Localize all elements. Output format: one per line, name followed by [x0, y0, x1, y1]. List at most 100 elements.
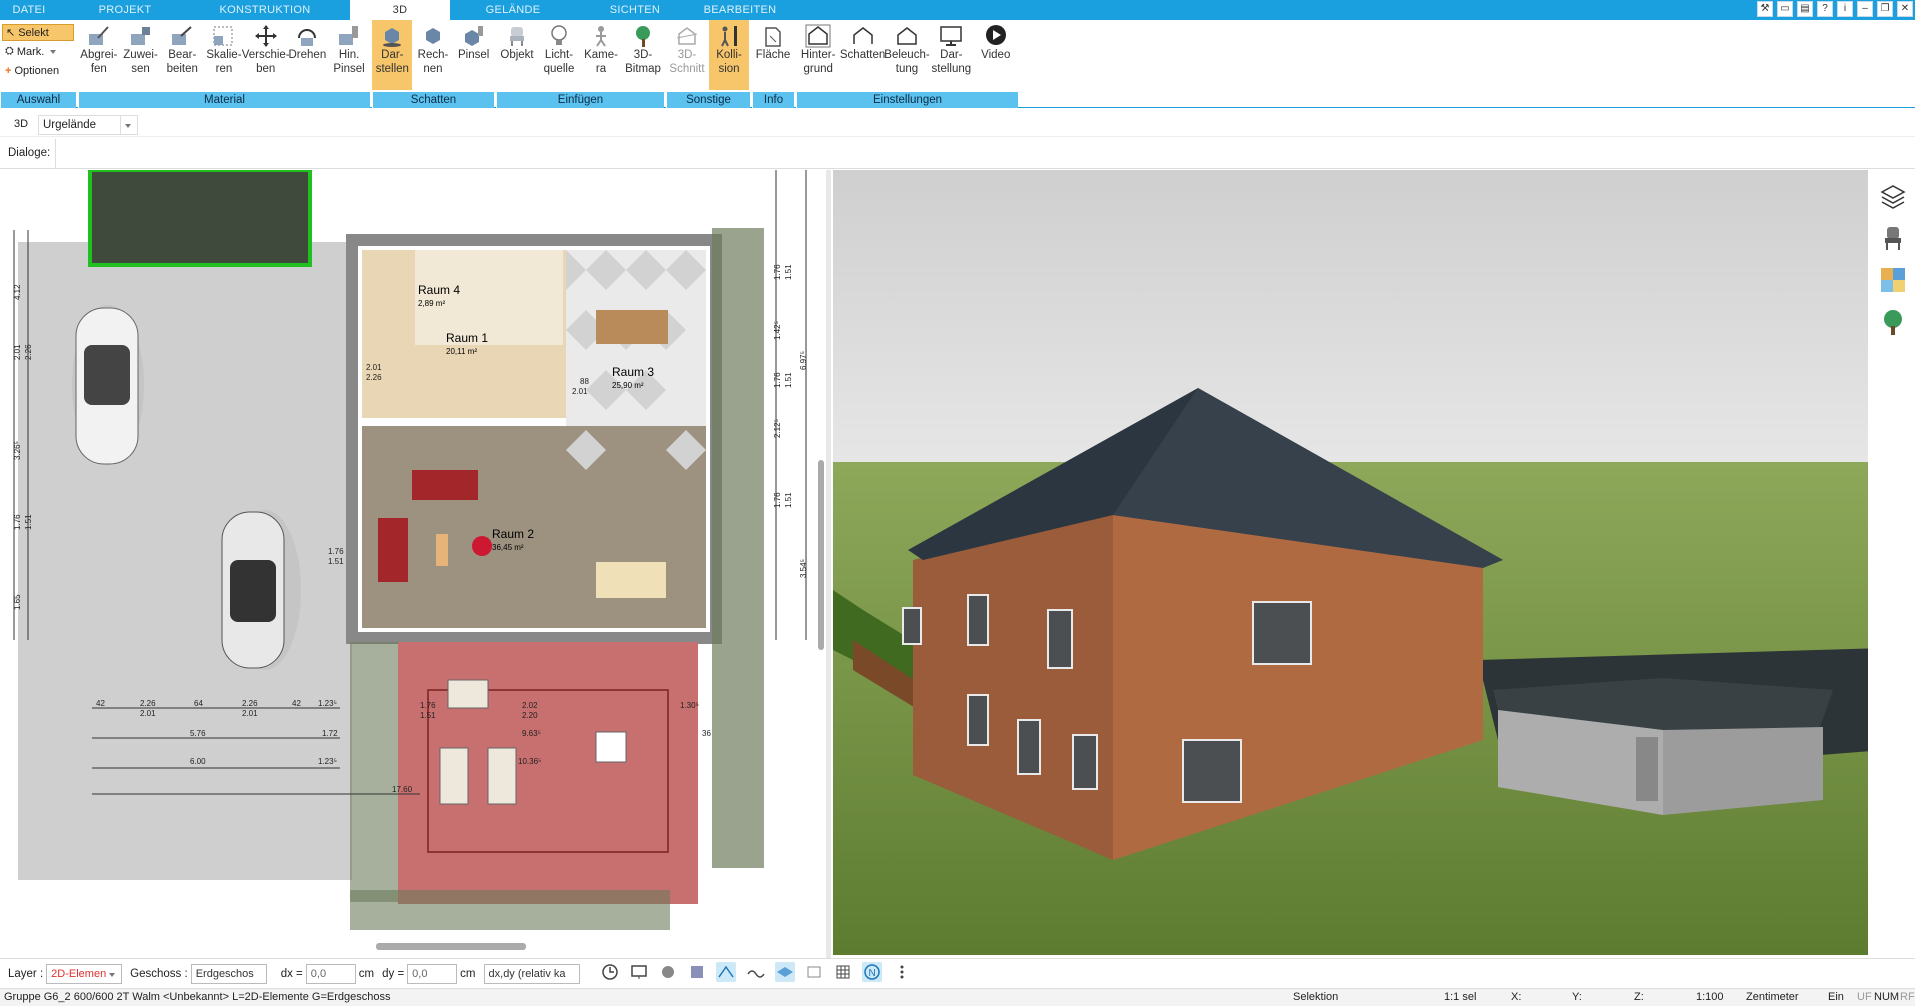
mark-icon: ⛭ — [5, 45, 14, 57]
plants-tree-icon[interactable] — [1879, 308, 1907, 336]
tab-bearbeiten[interactable]: BEARBEITEN — [700, 0, 780, 20]
garden-table[interactable] — [595, 731, 627, 763]
minimize-icon[interactable]: – — [1857, 1, 1873, 17]
close-icon[interactable]: ✕ — [1897, 1, 1913, 17]
coordinate-mode-dropdown[interactable]: dx,dy (relativ ka — [483, 963, 580, 984]
tab-sichten[interactable]: SICHTEN — [600, 0, 670, 20]
tab-konstruktion[interactable]: KONSTRUKTION — [210, 0, 320, 20]
kollision-button[interactable]: Kolli- sion — [709, 20, 749, 90]
layers-icon[interactable] — [1879, 182, 1907, 210]
group-label-einstellungen: Einstellungen — [796, 92, 1018, 108]
flaeche-button[interactable]: Fläche — [753, 20, 793, 90]
drehen-button[interactable]: Drehen — [287, 20, 327, 90]
video-button[interactable]: Video — [976, 20, 1016, 90]
sunbed-2[interactable] — [487, 747, 517, 805]
darstellen-button[interactable]: Dar- stellen — [372, 20, 413, 90]
optionen-button[interactable]: + Optionen — [2, 62, 74, 79]
tab-gelaende[interactable]: GELÄNDE — [478, 0, 548, 20]
floor-plan-canvas[interactable]: Raum 4 2,89 m² Raum 1 20,11 m² Raum 3 25… — [0, 170, 830, 940]
status-selection-count: 1:1 sel — [1444, 991, 1477, 1003]
plan-vertical-scrollbar[interactable] — [818, 460, 824, 650]
selekt-button[interactable]: ↖ Selekt — [2, 24, 74, 41]
darstellung-button[interactable]: Dar- stellung — [931, 20, 971, 90]
group-label-einfuegen: Einfügen — [496, 92, 664, 108]
layers-stack-icon[interactable] — [804, 962, 824, 982]
materials-palette-icon[interactable] — [1879, 266, 1907, 294]
armchair[interactable] — [378, 518, 408, 582]
3d-bitmap-button[interactable]: 3D- Bitmap — [623, 20, 663, 90]
wave-icon[interactable] — [746, 962, 766, 982]
mark-button[interactable]: ⛭ Mark. — [2, 43, 74, 60]
3d-schnitt-button[interactable]: 3D- Schnitt — [667, 20, 707, 90]
sofa[interactable] — [412, 470, 478, 500]
plan-horizontal-scrollbar[interactable] — [376, 943, 526, 950]
group-einfuegen: Objekt Licht- quelle Kame- ra 3D- Bitmap… — [496, 20, 664, 108]
layer-dropdown[interactable]: 2D-Elemen — [46, 963, 123, 984]
hin-pinsel-button[interactable]: Hin. Pinsel — [329, 20, 369, 90]
plane-icon[interactable] — [774, 962, 795, 982]
view-splitter[interactable] — [826, 170, 831, 960]
lichtquelle-button[interactable]: Licht- quelle — [539, 20, 579, 90]
svg-text:42: 42 — [96, 699, 105, 708]
geschoss-dropdown[interactable]: Erdgeschos — [190, 963, 267, 995]
schatten-settings-label: Schatten — [839, 49, 886, 61]
schatten-pinsel-button[interactable]: Pinsel — [454, 20, 494, 90]
car-top[interactable] — [72, 305, 144, 465]
tab-datei[interactable]: DATEI — [0, 0, 58, 20]
kamera-button[interactable]: Kame- ra — [581, 20, 621, 90]
floor-plan-view[interactable]: Raum 4 2,89 m² Raum 1 20,11 m² Raum 3 25… — [0, 170, 830, 940]
hintergrund-button[interactable]: Hinter- grund — [798, 20, 838, 90]
svg-text:2.01: 2.01 — [366, 363, 382, 372]
tab-projekt[interactable]: PROJEKT — [90, 0, 160, 20]
objekt-button[interactable]: Objekt — [497, 20, 537, 90]
abgreifen-button[interactable]: Abgrei- fen — [79, 20, 119, 90]
dy-input[interactable]: 0,0 — [407, 963, 458, 984]
tab-3d[interactable]: 3D — [350, 0, 450, 20]
status-uf: UF — [1857, 991, 1872, 1003]
help-icon[interactable]: ? — [1817, 1, 1833, 17]
restore-icon[interactable]: ❐ — [1877, 1, 1893, 17]
group-label-auswahl: Auswahl — [0, 92, 76, 108]
mark-label: Mark. — [16, 45, 45, 58]
lounge-chair[interactable] — [447, 679, 489, 709]
tools-icon[interactable]: ⚒ — [1757, 1, 1773, 17]
area-icon — [765, 27, 781, 47]
snap-icon[interactable] — [716, 962, 737, 982]
view-dropdown[interactable]: Urgelände — [38, 115, 138, 135]
staircase[interactable] — [415, 250, 563, 345]
skalieren-button[interactable]: Skalie- ren — [204, 20, 244, 90]
group-label-material: Material — [78, 92, 370, 108]
3d-view[interactable] — [833, 170, 1868, 955]
dx-input[interactable]: 0,0 — [305, 963, 356, 984]
chair-red[interactable] — [472, 536, 492, 556]
chair-icon[interactable] — [1879, 224, 1907, 252]
garage-roof[interactable] — [88, 170, 312, 267]
car-bottom[interactable] — [221, 510, 301, 670]
rechnen-button[interactable]: Rech- nen — [413, 20, 453, 90]
beleuchtung-button[interactable]: Beleuch- tung — [884, 20, 930, 90]
3d-canvas[interactable] — [833, 170, 1868, 955]
group-info: Fläche Info — [752, 20, 794, 108]
garage-3d[interactable] — [1478, 646, 1868, 815]
more-options-icon[interactable] — [892, 962, 912, 982]
grid-icon[interactable] — [833, 962, 853, 982]
window-icon[interactable]: ▭ — [1777, 1, 1793, 17]
dining-table[interactable] — [596, 310, 668, 344]
bearbeiten-button[interactable]: Bear- beiten — [162, 20, 202, 90]
north-icon[interactable]: N — [862, 962, 883, 982]
sunbed-1[interactable] — [439, 747, 469, 805]
clock-icon[interactable] — [600, 962, 620, 982]
objekt-label: Objekt — [500, 49, 534, 61]
verschieben-button[interactable]: Verschie- ben — [242, 20, 290, 90]
svg-text:2.02: 2.02 — [522, 701, 538, 710]
cube-icon[interactable] — [687, 962, 707, 982]
side-table[interactable] — [436, 534, 448, 566]
rechnen-label: Rech- nen — [417, 49, 449, 75]
info-icon[interactable]: i — [1837, 1, 1853, 17]
monitor-icon[interactable] — [629, 962, 649, 982]
dining-table-2[interactable] — [596, 562, 666, 598]
layout-icon[interactable]: ▤ — [1797, 1, 1813, 17]
schatten-settings-button[interactable]: Schatten — [839, 20, 886, 90]
render-icon[interactable] — [658, 962, 678, 982]
zuweisen-button[interactable]: Zuwei- sen — [121, 20, 161, 90]
